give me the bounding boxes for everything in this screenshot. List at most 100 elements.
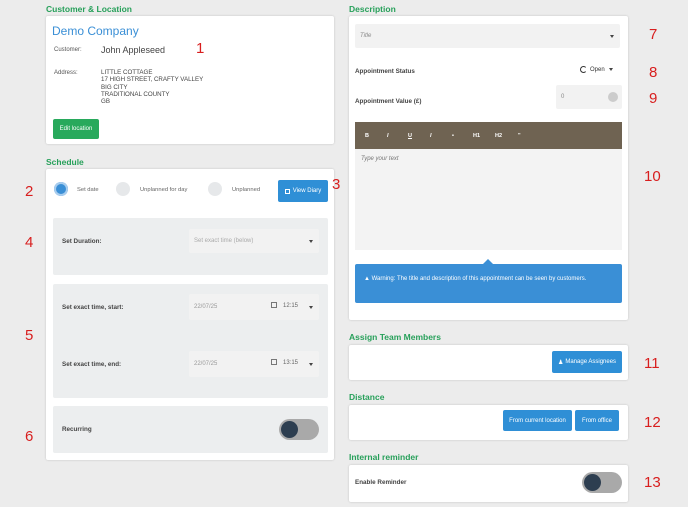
calendar-icon[interactable] bbox=[271, 359, 277, 365]
unplanned-for-day-radio[interactable] bbox=[116, 182, 130, 196]
bold-button[interactable]: B bbox=[365, 133, 369, 139]
schedule-card: Set date Unplanned for day Unplanned Vie… bbox=[46, 169, 334, 460]
marker-11: 11 bbox=[644, 355, 660, 372]
recurring-panel: Recurring bbox=[53, 406, 328, 453]
customer-label: Customer: bbox=[54, 47, 82, 53]
marker-5: 5 bbox=[25, 327, 34, 344]
end-time-value[interactable]: 13:15 bbox=[283, 360, 298, 366]
enable-reminder-label: Enable Reminder bbox=[355, 479, 407, 486]
exact-time-panel: Set exact time, start: 22/07/25 12:15 Se… bbox=[53, 284, 328, 398]
warning-text: Warning: The title and description of th… bbox=[371, 276, 587, 282]
start-time-value[interactable]: 12:15 bbox=[283, 303, 298, 309]
reminder-toggle[interactable] bbox=[582, 472, 622, 493]
status-value: Open bbox=[590, 66, 605, 73]
address-line: LITTLE COTTAGE bbox=[101, 69, 153, 76]
unplanned-label: Unplanned bbox=[232, 187, 261, 193]
underline-button[interactable]: U bbox=[408, 133, 412, 139]
distance-section-title: Distance bbox=[349, 392, 385, 402]
end-time-label: Set exact time, end: bbox=[62, 361, 122, 368]
end-datetime-field[interactable]: 22/07/25 13:15 bbox=[189, 351, 319, 377]
set-date-radio[interactable] bbox=[54, 182, 68, 196]
manage-assignees-button[interactable]: ♟ Manage Assignees bbox=[552, 351, 622, 373]
marker-2: 2 bbox=[25, 183, 34, 200]
user-icon: ♟ bbox=[557, 359, 564, 366]
chevron-down-icon bbox=[309, 240, 313, 243]
marker-12: 12 bbox=[644, 414, 661, 431]
italic-button[interactable]: I bbox=[387, 133, 389, 139]
customer-card: Demo Company Customer: John Appleseed Ad… bbox=[46, 16, 334, 144]
duration-label: Set Duration: bbox=[62, 238, 102, 245]
reminder-section-title: Internal reminder bbox=[349, 452, 419, 462]
manage-assignees-label: Manage Assignees bbox=[565, 359, 617, 365]
from-current-location-button[interactable]: From current location bbox=[503, 410, 572, 431]
address-line: BIG CITY bbox=[101, 83, 128, 91]
view-diary-button[interactable]: View Diary bbox=[278, 180, 328, 202]
marker-3: 3 bbox=[332, 176, 341, 193]
marker-10: 10 bbox=[644, 168, 661, 185]
value-text: 0 bbox=[561, 94, 565, 100]
marker-8: 8 bbox=[649, 64, 658, 81]
address-line: TRADITIONAL COUNTY bbox=[101, 90, 170, 98]
toggle-knob bbox=[281, 421, 298, 438]
duration-panel: Set Duration: Set exact time (below) bbox=[53, 218, 328, 275]
h2-button[interactable]: H2 bbox=[495, 133, 502, 139]
from-office-button[interactable]: From office bbox=[575, 410, 619, 431]
view-diary-label: View Diary bbox=[292, 188, 322, 194]
chevron-down-icon bbox=[309, 306, 313, 309]
team-section-title: Assign Team Members bbox=[349, 332, 441, 342]
start-time-label: Set exact time, start: bbox=[62, 304, 124, 311]
editor-placeholder: Type your text bbox=[361, 156, 399, 162]
unplanned-for-day-label: Unplanned for day bbox=[140, 187, 188, 193]
value-label: Appointment Value (£) bbox=[355, 98, 422, 105]
chevron-down-icon bbox=[309, 363, 313, 366]
set-date-label: Set date bbox=[77, 187, 99, 193]
end-date-value: 22/07/25 bbox=[194, 361, 218, 367]
customer-name: John Appleseed bbox=[101, 45, 166, 55]
quote-button[interactable]: " bbox=[518, 133, 521, 139]
clear-format-button[interactable]: I bbox=[430, 133, 432, 139]
duration-select[interactable]: Set exact time (below) bbox=[189, 229, 319, 253]
calendar-icon[interactable] bbox=[271, 302, 277, 308]
marker-6: 6 bbox=[25, 428, 34, 445]
clear-icon[interactable] bbox=[608, 92, 618, 102]
title-placeholder: Title bbox=[360, 33, 372, 39]
team-card: ♟ Manage Assignees bbox=[349, 345, 628, 380]
reminder-card: Enable Reminder bbox=[349, 465, 628, 502]
marker-7: 7 bbox=[649, 26, 658, 43]
warning-box: ▲ Warning: The title and description of … bbox=[355, 264, 622, 303]
address-label: Address: bbox=[54, 70, 78, 76]
recurring-label: Recurring bbox=[62, 426, 92, 433]
schedule-section-title: Schedule bbox=[46, 157, 84, 167]
spinner-icon bbox=[580, 66, 587, 73]
warning-content: ▲ Warning: The title and description of … bbox=[364, 274, 609, 284]
edit-location-button[interactable]: Edit location bbox=[53, 119, 99, 139]
address-block: LITTLE COTTAGE 17 HIGH STREET, CRAFTY VA… bbox=[101, 69, 203, 105]
description-section-title: Description bbox=[349, 4, 396, 14]
editor-toolbar: B I U I • H1 H2 " bbox=[355, 122, 622, 149]
address-line: 17 HIGH STREET, CRAFTY VALLEY bbox=[101, 76, 204, 84]
status-dropdown[interactable]: Open bbox=[580, 66, 613, 73]
value-input[interactable]: 0 bbox=[556, 85, 622, 109]
h1-button[interactable]: H1 bbox=[473, 133, 480, 139]
address-line: GB bbox=[101, 98, 110, 106]
bullet-list-button[interactable]: • bbox=[452, 133, 454, 139]
customer-section-title: Customer & Location bbox=[46, 4, 132, 14]
marker-13: 13 bbox=[644, 474, 661, 491]
warning-icon: ▲ bbox=[364, 276, 372, 282]
chevron-down-icon bbox=[608, 68, 613, 71]
description-card: Title Appointment Status Open Appointmen… bbox=[349, 16, 628, 320]
status-label: Appointment Status bbox=[355, 68, 415, 75]
marker-1: 1 bbox=[196, 40, 205, 57]
distance-card: From current location From office bbox=[349, 405, 628, 440]
duration-placeholder: Set exact time (below) bbox=[194, 238, 254, 244]
start-datetime-field[interactable]: 22/07/25 12:15 bbox=[189, 294, 319, 320]
chevron-down-icon bbox=[610, 35, 614, 38]
start-date-value: 22/07/25 bbox=[194, 304, 218, 310]
description-editor[interactable]: Type your text bbox=[355, 149, 622, 250]
company-name[interactable]: Demo Company bbox=[52, 24, 139, 38]
recurring-toggle[interactable] bbox=[279, 419, 319, 440]
title-select[interactable]: Title bbox=[355, 24, 620, 48]
toggle-knob bbox=[584, 474, 601, 491]
marker-9: 9 bbox=[649, 90, 658, 107]
unplanned-radio[interactable] bbox=[208, 182, 222, 196]
